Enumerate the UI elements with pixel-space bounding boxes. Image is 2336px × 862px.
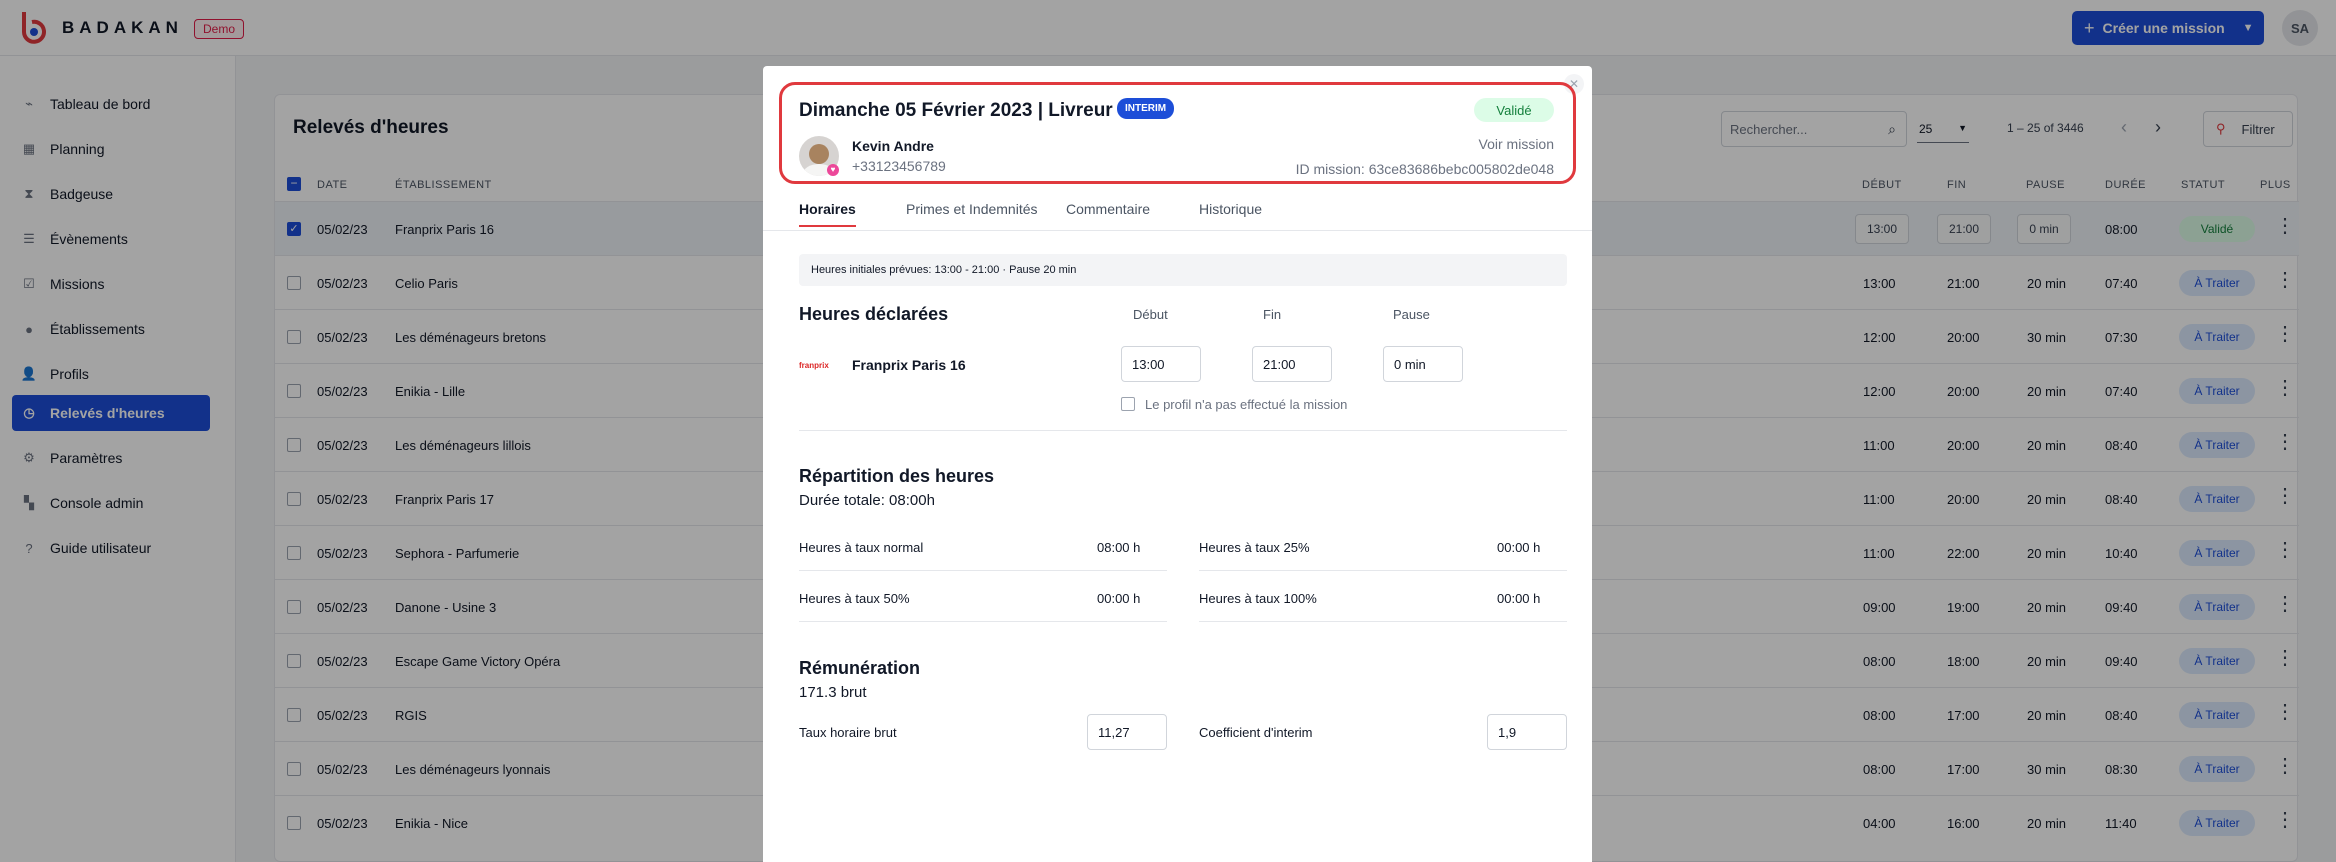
rate-divider <box>1199 570 1567 571</box>
total-duration: Durée totale: 08:00h <box>799 492 935 509</box>
interim-badge: INTERIM <box>1117 98 1175 119</box>
modal-status-badge: Validé <box>1474 98 1554 122</box>
view-mission-link[interactable]: Voir mission <box>1479 136 1554 152</box>
declared-end-input[interactable]: 21:00 <box>1252 346 1332 382</box>
declared-establishment: Franprix Paris 16 <box>852 357 966 373</box>
rate-100-label: Heures à taux 100% <box>1199 591 1317 606</box>
interim-coefficient-input[interactable]: 1,9 <box>1487 714 1567 750</box>
rate-divider <box>799 570 1167 571</box>
rate-normal-label: Heures à taux normal <box>799 540 924 555</box>
declared-hours-title: Heures déclarées <box>799 304 949 324</box>
hourly-rate-label: Taux horaire brut <box>799 725 897 740</box>
rate-100-value: 00:00 h <box>1497 591 1541 606</box>
heart-icon: ♥ <box>827 164 839 176</box>
tab-commentaire[interactable]: Commentaire <box>1066 201 1150 225</box>
declared-pause-input[interactable]: 0 min <box>1383 346 1463 382</box>
declared-pause-label: Pause <box>1393 307 1430 322</box>
worker-name[interactable]: Kevin Andre <box>852 138 934 154</box>
remuneration-title: Rémunération <box>799 658 921 678</box>
rate-divider <box>799 621 1167 622</box>
rate-divider <box>1199 621 1567 622</box>
declared-end-label: Fin <box>1263 307 1282 322</box>
tab-horaires[interactable]: Horaires <box>799 201 856 227</box>
mission-not-done-label[interactable]: Le profil n'a pas effectué la mission <box>1145 397 1347 412</box>
mission-id: ID mission: 63ce83686bebc005802de048 <box>1295 161 1554 177</box>
tab-historique[interactable]: Historique <box>1199 201 1262 225</box>
worker-phone[interactable]: +33123456789 <box>852 158 946 174</box>
interim-coefficient-label: Coefficient d'interim <box>1199 725 1313 740</box>
remuneration-amount: 171.3 brut <box>799 684 867 701</box>
tab-primes-et-indemnites[interactable]: Primes et Indemnités <box>906 201 1038 225</box>
rate-25-value: 00:00 h <box>1497 540 1541 555</box>
timesheet-detail-modal: ✕ Dimanche 05 Février 2023 | Livreur INT… <box>763 66 1592 862</box>
section-divider <box>799 430 1567 431</box>
mission-not-done-checkbox[interactable] <box>1121 397 1135 411</box>
tabs-divider <box>763 230 1592 231</box>
initial-hours-banner: Heures initiales prévues: 13:00 - 21:00 … <box>799 254 1567 286</box>
declared-start-label: Début <box>1133 307 1168 322</box>
hourly-rate-input[interactable]: 11,27 <box>1087 714 1167 750</box>
declared-start-input[interactable]: 13:00 <box>1121 346 1201 382</box>
modal-title: Dimanche 05 Février 2023 | Livreur <box>799 100 1113 121</box>
rate-normal-value: 08:00 h <box>1097 540 1141 555</box>
rate-50-value: 00:00 h <box>1097 591 1141 606</box>
rate-50-label: Heures à taux 50% <box>799 591 910 606</box>
franprix-logo: franprix <box>799 361 829 370</box>
modal-tabs: Horaires Primes et Indemnités Commentair… <box>799 201 1556 231</box>
rate-25-label: Heures à taux 25% <box>1199 540 1310 555</box>
repartition-title: Répartition des heures <box>799 466 995 486</box>
